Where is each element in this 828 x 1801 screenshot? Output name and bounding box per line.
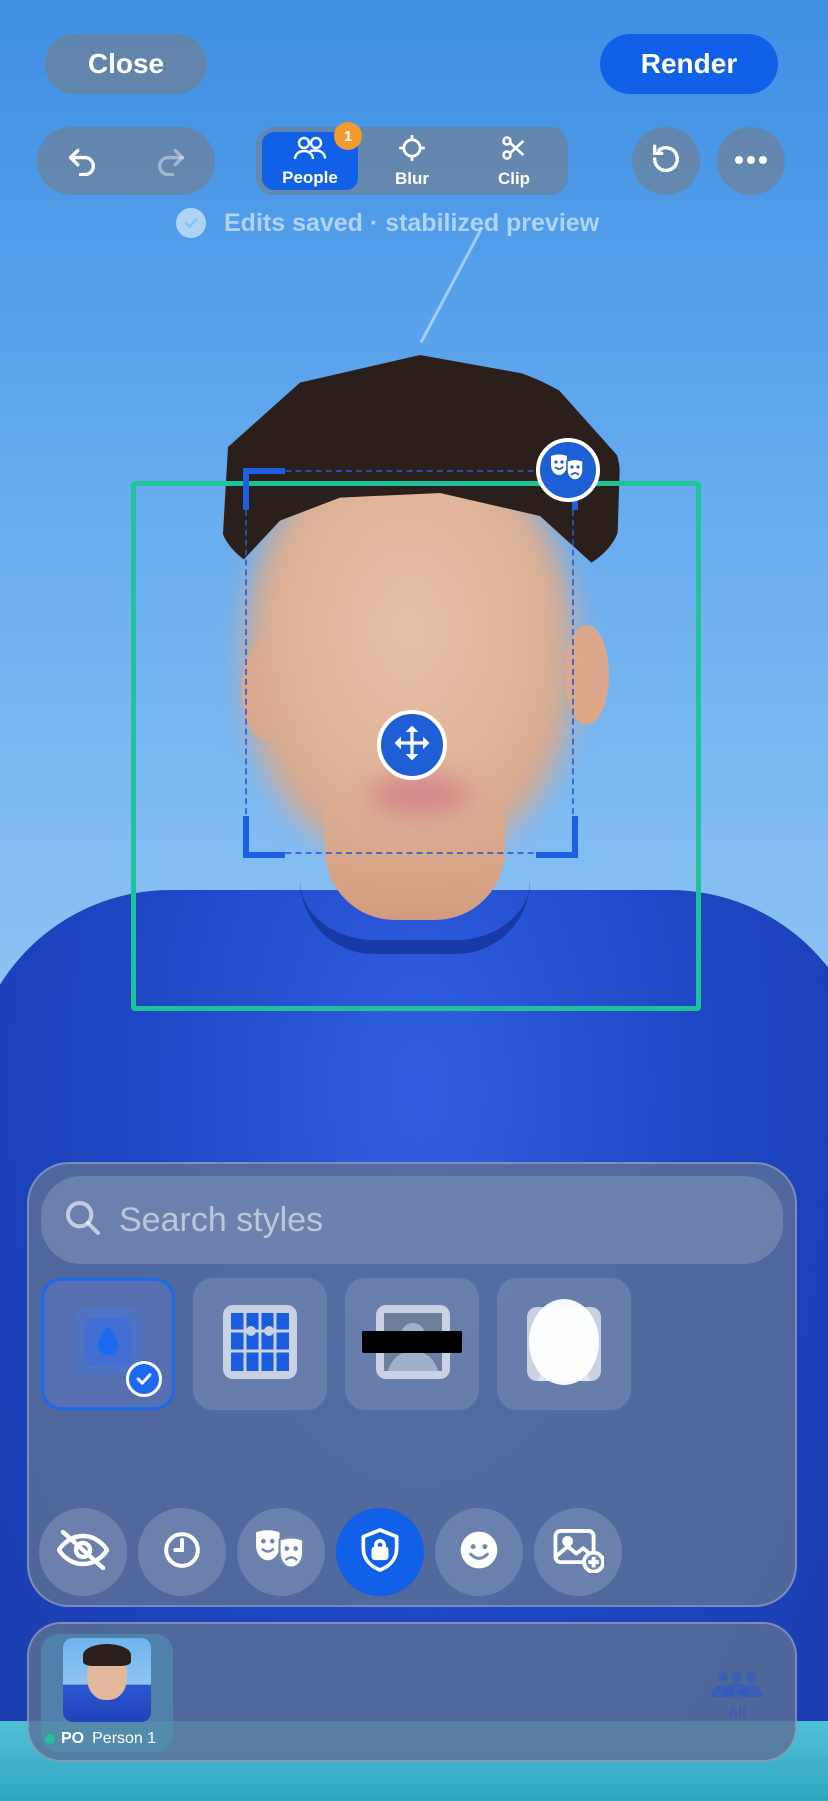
person-thumbnail xyxy=(63,1638,151,1722)
save-status: Edits saved · stabilized preview xyxy=(176,208,599,238)
masks-icon xyxy=(549,453,587,488)
shield-lock-icon xyxy=(360,1527,400,1577)
person-name: Person 1 xyxy=(92,1730,157,1747)
tab-clip[interactable]: Clip xyxy=(466,132,562,190)
people-icon xyxy=(293,135,327,166)
more-dots-icon xyxy=(734,152,768,170)
search-styles-field[interactable]: Search styles xyxy=(41,1176,783,1264)
tab-blur[interactable]: Blur xyxy=(364,132,460,190)
silhouette-icon xyxy=(524,1297,604,1392)
undo-redo-group xyxy=(37,127,215,195)
person-label: PO Person 1 xyxy=(45,1730,156,1748)
sky-streak xyxy=(419,226,484,344)
thumbnail-hair xyxy=(83,1644,131,1666)
mode-hide[interactable] xyxy=(39,1508,127,1596)
style-pixelate[interactable] xyxy=(193,1278,327,1410)
mode-masks[interactable] xyxy=(237,1508,325,1596)
style-blur[interactable] xyxy=(41,1278,175,1410)
pixelate-icon xyxy=(221,1303,299,1386)
more-button[interactable] xyxy=(717,127,785,195)
person-id: PO xyxy=(61,1730,85,1747)
add-image-icon xyxy=(552,1527,606,1578)
style-panel: Search styles xyxy=(27,1162,797,1607)
tracking-dot xyxy=(45,1734,55,1744)
mode-timing[interactable] xyxy=(138,1508,226,1596)
resize-handle-bottom-left[interactable] xyxy=(243,816,285,858)
style-silhouette[interactable] xyxy=(497,1278,631,1410)
masks-icon xyxy=(253,1528,309,1577)
style-black-bar[interactable] xyxy=(345,1278,479,1410)
group-icon xyxy=(709,1672,765,1704)
mode-buttons xyxy=(39,1508,633,1596)
tab-clip-label: Clip xyxy=(497,168,531,188)
undo-icon[interactable] xyxy=(65,142,99,181)
render-button[interactable]: Render xyxy=(600,34,778,94)
check-circle-icon xyxy=(176,208,206,238)
eye-off-icon xyxy=(56,1529,110,1575)
smiley-icon xyxy=(459,1530,499,1575)
rotate-ccw-icon xyxy=(649,142,683,181)
tab-people-label: People xyxy=(282,167,338,187)
search-styles-placeholder: Search styles xyxy=(119,1200,324,1239)
tool-tabs: People 1 Blur Clip xyxy=(256,122,568,195)
search-icon xyxy=(63,1198,103,1243)
black-bar-icon xyxy=(362,1303,462,1386)
move-handle[interactable] xyxy=(377,710,447,780)
clock-icon xyxy=(162,1530,202,1575)
reset-button[interactable] xyxy=(632,127,700,195)
people-badge: 1 xyxy=(334,122,362,150)
mode-emoji[interactable] xyxy=(435,1508,523,1596)
crosshair-icon xyxy=(398,134,426,167)
person-chip[interactable]: PO Person 1 xyxy=(41,1634,173,1752)
style-options xyxy=(41,1278,649,1410)
close-button[interactable]: Close xyxy=(45,34,207,94)
face-mask-button[interactable] xyxy=(536,438,600,502)
people-bar: PO Person 1 All xyxy=(27,1622,797,1762)
move-arrows-icon xyxy=(393,724,431,767)
scissors-icon xyxy=(499,134,529,167)
selected-check-icon xyxy=(126,1361,162,1397)
face-region-box[interactable] xyxy=(245,470,574,854)
all-people-button[interactable]: All xyxy=(709,1669,765,1720)
resize-handle-top-left[interactable] xyxy=(243,468,285,510)
redo-icon[interactable] xyxy=(154,142,188,181)
all-people-label: All xyxy=(728,1704,746,1720)
mode-add-image[interactable] xyxy=(534,1508,622,1596)
save-status-text: Edits saved · stabilized preview xyxy=(224,208,600,237)
mode-protect[interactable] xyxy=(336,1508,424,1596)
resize-handle-bottom-right[interactable] xyxy=(536,816,578,858)
tab-blur-label: Blur xyxy=(395,168,429,188)
tab-people[interactable]: People 1 xyxy=(262,122,362,190)
